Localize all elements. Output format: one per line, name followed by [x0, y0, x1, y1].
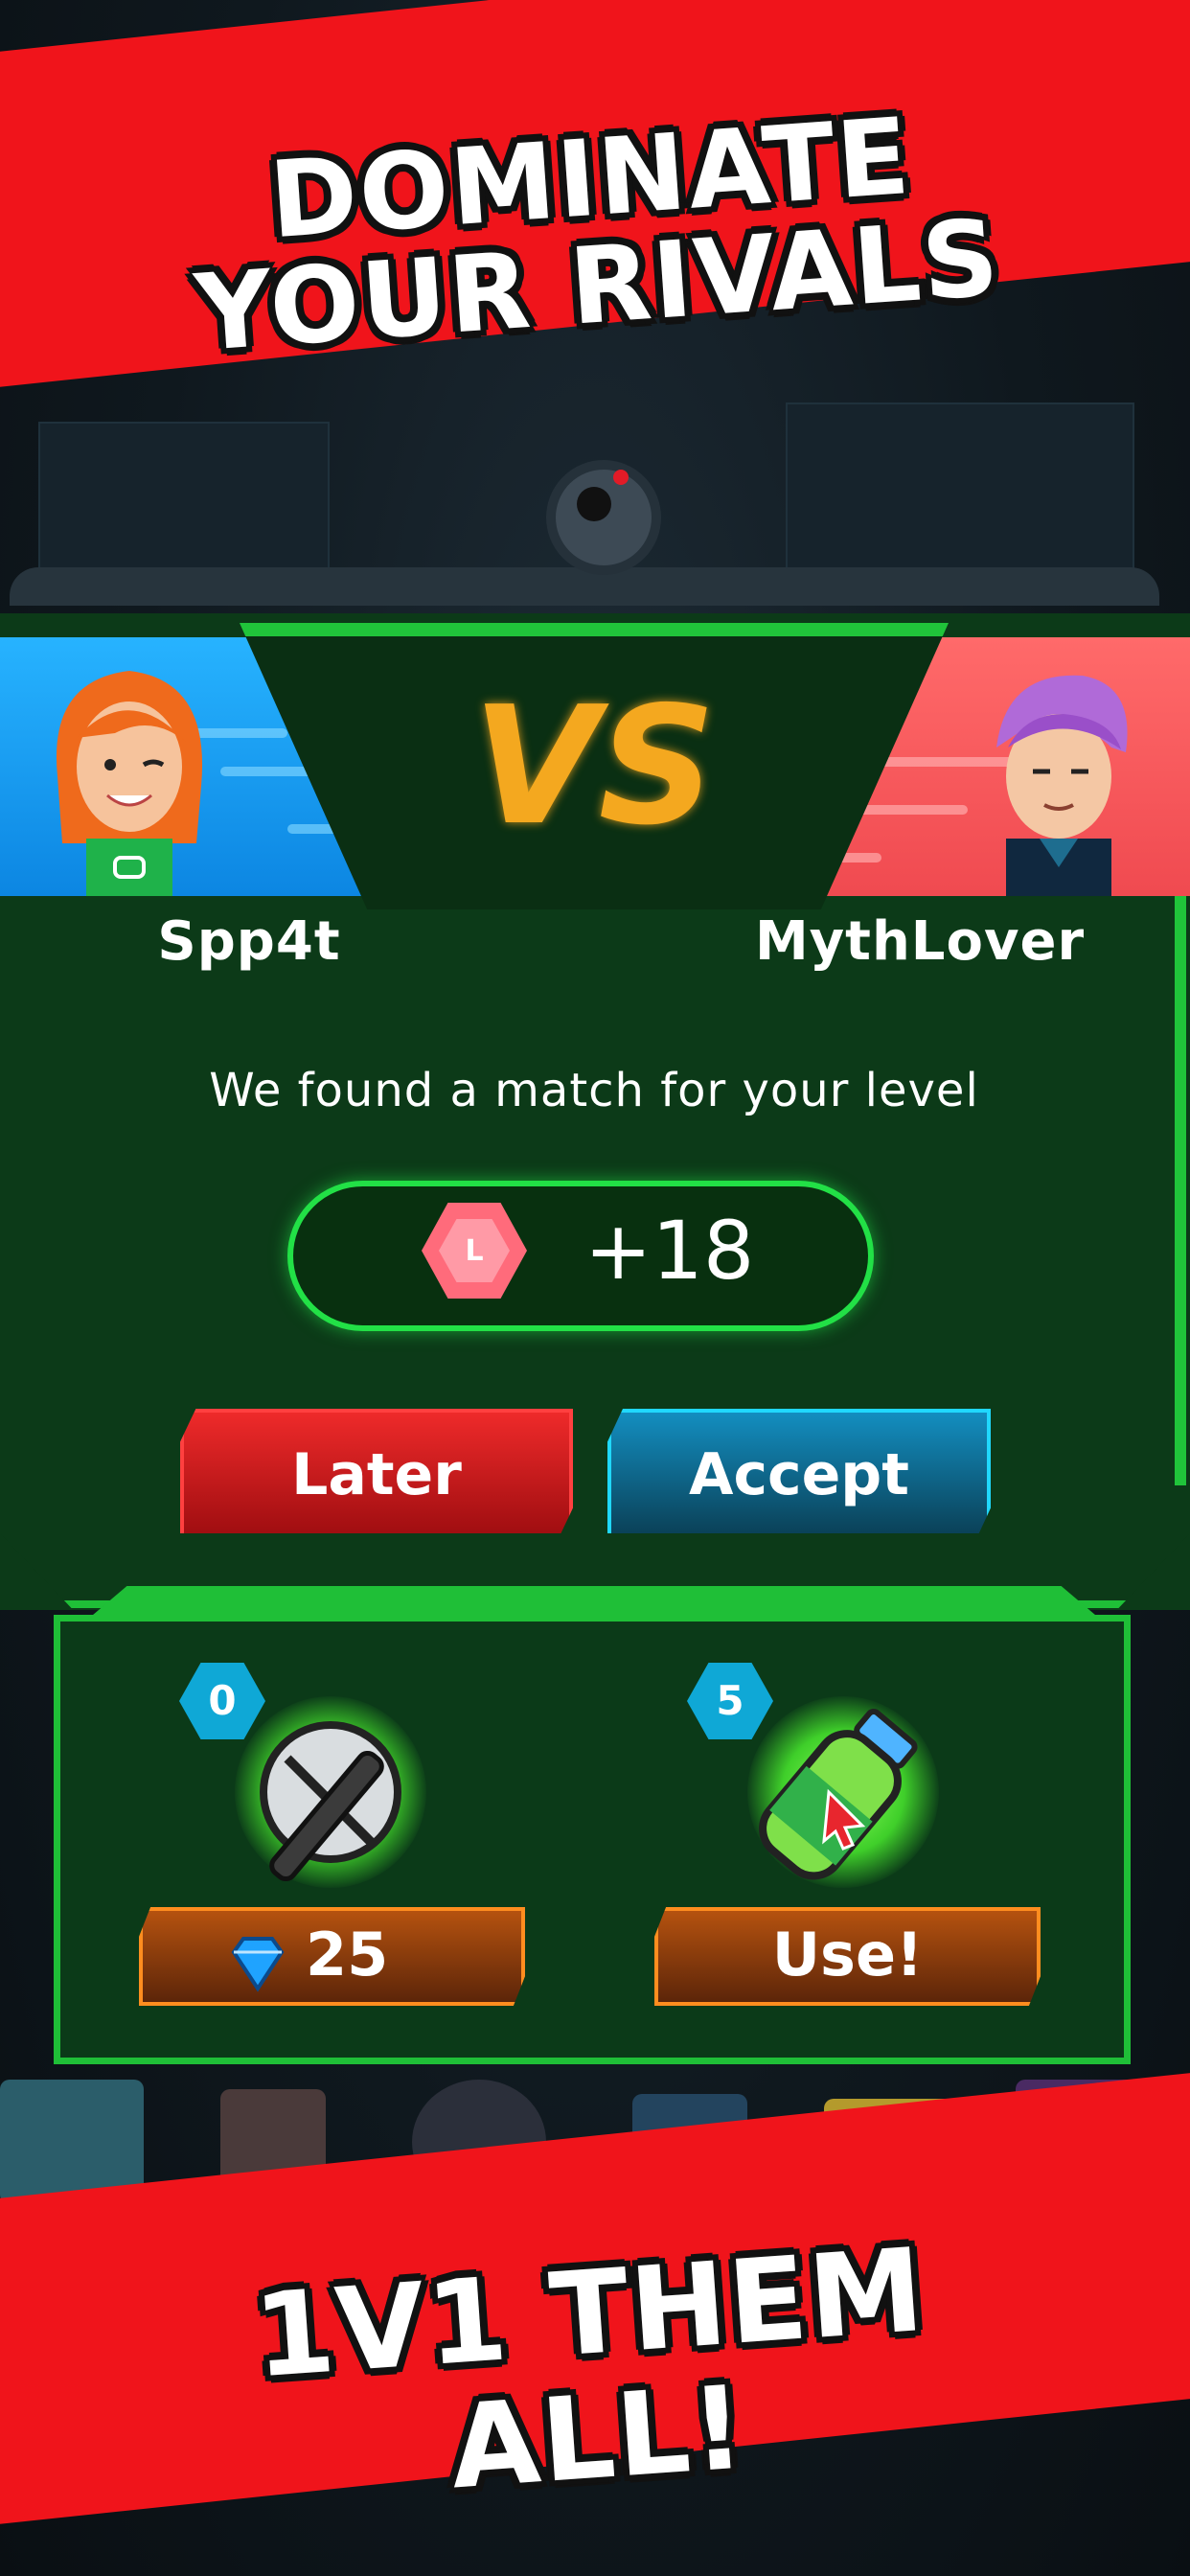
match-status-text: We found a match for your level	[209, 1064, 979, 1117]
item-axe-price: 25	[306, 1920, 389, 1990]
player-left-name: Spp4t	[157, 910, 341, 973]
boosters-panel-header	[86, 1586, 1102, 1621]
background-panel	[38, 422, 330, 579]
later-button[interactable]: Later	[180, 1409, 573, 1541]
axe-icon[interactable]	[230, 1701, 431, 1902]
item-drink-use-button[interactable]: Use!	[654, 1907, 1041, 2006]
accept-button[interactable]: Accept	[607, 1409, 991, 1541]
webcam-lens	[577, 487, 611, 521]
dialog-border	[1175, 891, 1186, 1485]
reward-value: +18	[584, 1204, 755, 1298]
item-axe-buy-button[interactable]: 25	[139, 1907, 525, 2006]
player-right-avatar	[968, 661, 1150, 896]
energy-drink-icon[interactable]	[738, 1691, 949, 1902]
reward-pill	[287, 1181, 874, 1331]
background-panel	[786, 402, 1134, 579]
monitor-top	[10, 567, 1159, 606]
player-left-avatar	[38, 661, 220, 896]
gem-icon	[224, 1928, 291, 1992]
player-right-name: MythLover	[754, 910, 1086, 973]
vs-label: VS	[471, 672, 716, 862]
webcam-light	[613, 470, 629, 485]
